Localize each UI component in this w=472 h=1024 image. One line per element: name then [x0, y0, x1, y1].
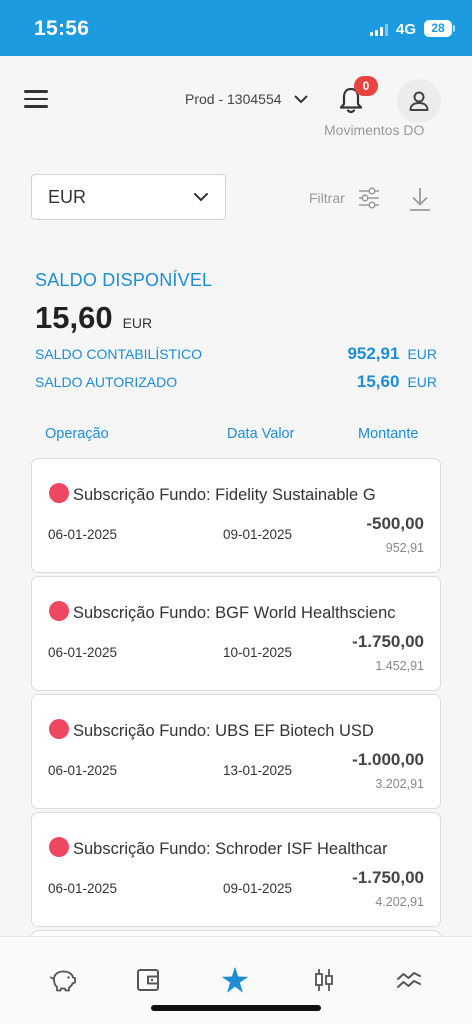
authorized-balance-label: SALDO AUTORIZADO: [35, 374, 178, 390]
chevron-down-icon: [294, 95, 308, 103]
accounting-balance-amount: 952,91: [347, 344, 400, 363]
available-balance-amount: 15,60: [35, 300, 113, 335]
transaction-card[interactable]: Subscrição Fundo: Schroder ISF Healthcar…: [31, 812, 441, 927]
transaction-card[interactable]: Subscrição Fundo: UBS EF Biotech USD 06-…: [31, 694, 441, 809]
transaction-amount: -500,00: [366, 514, 424, 533]
app-header: Prod - 1304554 0 Movimentos DO: [0, 56, 472, 152]
download-icon[interactable]: [408, 185, 432, 213]
currency-value: EUR: [48, 186, 87, 207]
transaction-balance: 952,91: [385, 541, 424, 555]
authorized-balance-amount: 15,60: [356, 372, 400, 391]
available-balance-label: SALDO DISPONÍVEL: [35, 270, 213, 290]
notification-badge: 0: [354, 76, 378, 96]
transaction-balance: 4.202,91: [375, 895, 424, 909]
signal-icon: [370, 24, 388, 36]
transaction-description: Subscrição Fundo: Fidelity Sustainable G: [73, 486, 376, 504]
transaction-balance: 3.202,91: [375, 777, 424, 791]
sliders-icon: [358, 187, 379, 209]
transaction-amount: -1.750,00: [352, 632, 424, 651]
transaction-description: Subscrição Fundo: BGF World Healthscienc: [73, 604, 396, 622]
nav-accounts[interactable]: [133, 965, 163, 995]
nav-home[interactable]: [220, 965, 250, 995]
transaction-description: Subscrição Fundo: Schroder ISF Healthcar: [73, 840, 388, 858]
nav-savings[interactable]: [48, 965, 78, 995]
available-balance-currency: EUR: [122, 315, 153, 331]
filter-button[interactable]: Filtrar: [309, 186, 381, 210]
battery-icon: 28: [424, 20, 452, 37]
authorized-balance-row: SALDO AUTORIZADO 15,60 EUR: [35, 372, 437, 392]
account-selector[interactable]: Prod - 1304554: [185, 91, 308, 107]
star-logo-icon: [221, 966, 249, 993]
piggy-bank-icon: [50, 970, 76, 992]
transaction-value-date: 09-01-2025: [223, 881, 293, 896]
status-time: 15:56: [34, 17, 90, 40]
authorized-balance-currency: EUR: [407, 374, 437, 390]
column-value-date[interactable]: Data Valor: [227, 426, 294, 442]
home-indicator: [151, 1005, 321, 1011]
column-operation[interactable]: Operação: [45, 426, 109, 442]
transaction-date: 06-01-2025: [48, 763, 118, 778]
user-icon: [409, 91, 429, 111]
available-balance: 15,60 EUR: [35, 300, 152, 336]
status-bar: 15:56 4G 28: [0, 0, 472, 56]
currency-select[interactable]: EUR: [31, 174, 226, 220]
transaction-card[interactable]: Subscrição Fundo: Fidelity Sustainable G…: [31, 458, 441, 573]
accounting-balance-row: SALDO CONTABILÍSTICO 952,91 EUR: [35, 344, 437, 364]
transaction-balance: 1.452,91: [375, 659, 424, 673]
pending-status-dot: [49, 601, 69, 621]
transaction-description: Subscrição Fundo: UBS EF Biotech USD: [73, 722, 374, 740]
network-type: 4G: [396, 21, 417, 38]
account-label: Prod - 1304554: [185, 91, 282, 107]
nav-investments[interactable]: [309, 965, 339, 995]
accounting-balance-label: SALDO CONTABILÍSTICO: [35, 346, 202, 362]
battery-tip: [453, 25, 455, 32]
transaction-amount: -1.750,00: [352, 868, 424, 887]
transaction-date: 06-01-2025: [48, 527, 118, 542]
transaction-date: 06-01-2025: [48, 881, 118, 896]
transaction-value-date: 13-01-2025: [223, 763, 293, 778]
candlestick-icon: [315, 969, 333, 991]
transaction-value-date: 09-01-2025: [223, 527, 293, 542]
transaction-date: 06-01-2025: [48, 645, 118, 660]
transaction-amount: -1.000,00: [352, 750, 424, 769]
nav-markets[interactable]: [394, 965, 424, 995]
transaction-value-date: 10-01-2025: [223, 645, 293, 660]
wallet-icon: [137, 969, 159, 991]
trend-waves-icon: [397, 972, 421, 988]
column-amount[interactable]: Montante: [358, 426, 418, 442]
chevron-down-icon: [194, 193, 208, 202]
pending-status-dot: [49, 719, 69, 739]
pending-status-dot: [49, 837, 69, 857]
filter-label: Filtrar: [309, 190, 345, 206]
hamburger-menu-icon[interactable]: [24, 90, 48, 108]
pending-status-dot: [49, 483, 69, 503]
profile-button[interactable]: [397, 79, 441, 123]
page-caption: Movimentos DO: [324, 122, 425, 138]
transaction-card[interactable]: Subscrição Fundo: BGF World Healthscienc…: [31, 576, 441, 691]
accounting-balance-currency: EUR: [407, 346, 437, 362]
